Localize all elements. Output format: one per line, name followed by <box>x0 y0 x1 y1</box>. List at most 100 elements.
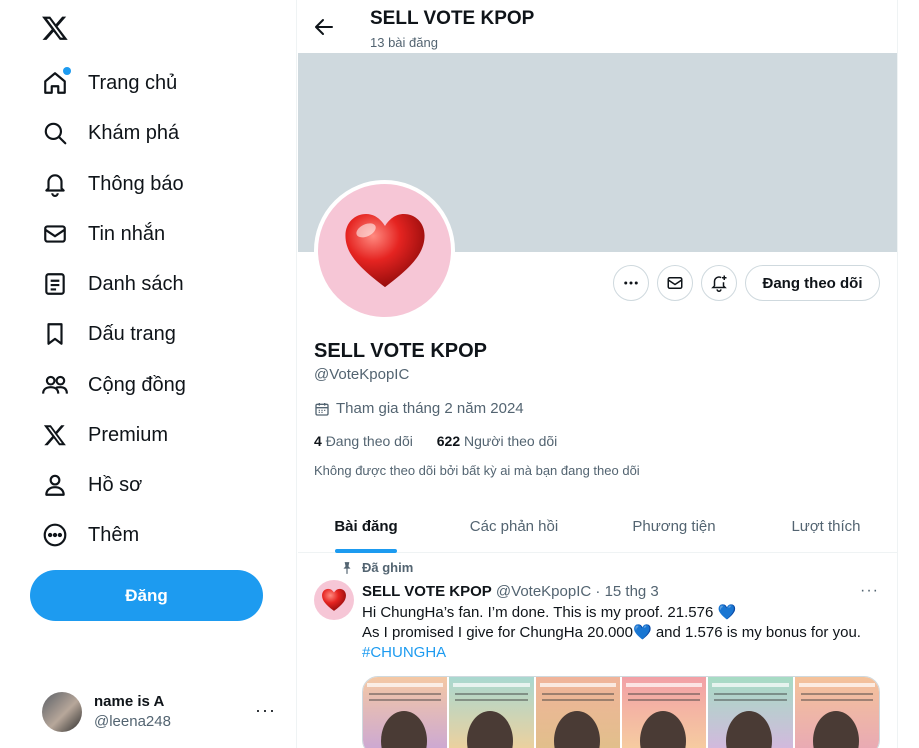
profile-avatar[interactable] <box>314 180 455 321</box>
post-button[interactable]: Đăng <box>30 570 263 621</box>
more-icon[interactable]: ··· <box>255 700 276 721</box>
mail-icon <box>667 277 683 289</box>
more-horizontal-icon <box>624 281 638 285</box>
list-icon <box>40 269 70 299</box>
media-text-line <box>455 693 528 695</box>
back-arrow-icon[interactable] <box>312 15 336 39</box>
sidebar-item-label: Tin nhắn <box>88 222 166 245</box>
tab-replies[interactable]: Các phản hồi <box>434 500 594 553</box>
separator: · <box>595 583 601 600</box>
sidebar-item-label: Khám phá <box>88 121 180 144</box>
media-text-line <box>627 699 701 701</box>
media-header-strip <box>712 683 789 687</box>
sidebar-item-explore[interactable]: Khám phá <box>30 110 270 156</box>
tweet-author-name[interactable]: SELL VOTE KPOP <box>362 583 492 600</box>
sidebar-item-home[interactable]: Trang chủ <box>30 60 270 106</box>
tab-posts[interactable]: Bài đăng <box>298 500 434 553</box>
tweet-date[interactable]: 15 thg 3 <box>605 583 659 600</box>
sidebar: Trang chủ Khám phá Thông báo Tin nhắn Da… <box>0 0 297 748</box>
following-link[interactable]: 4 Đang theo dõi <box>314 433 413 449</box>
bookmark-icon <box>40 319 70 349</box>
notify-button[interactable] <box>701 265 737 301</box>
heart-icon <box>344 213 425 287</box>
calendar-icon <box>315 402 329 416</box>
media-header-strip <box>453 683 530 687</box>
media-text-line <box>541 699 614 701</box>
message-button[interactable] <box>657 265 693 301</box>
media-text-line <box>714 699 787 701</box>
follow-stats: 4 Đang theo dõi 622 Người theo dõi <box>314 433 557 449</box>
x-premium-icon <box>40 420 70 450</box>
bell-plus-icon <box>711 275 727 292</box>
media-header-strip <box>539 683 616 687</box>
media-image[interactable] <box>363 677 448 748</box>
home-icon <box>40 67 71 98</box>
tweet-text: Hi ChungHa’s fan. I’m done. This is my p… <box>362 603 882 663</box>
media-image[interactable] <box>792 677 879 748</box>
sidebar-item-label: Danh sách <box>88 272 184 295</box>
media-image[interactable] <box>706 677 793 748</box>
followed-by-note: Không được theo dõi bởi bất kỳ ai mà bạn… <box>314 463 640 478</box>
profile-icon <box>40 470 70 500</box>
sidebar-item-messages[interactable]: Tin nhắn <box>30 211 270 257</box>
sidebar-item-label: Trang chủ <box>88 71 178 94</box>
media-text-line <box>369 693 442 695</box>
sidebar-item-lists[interactable]: Danh sách <box>30 261 270 307</box>
join-date: Tham gia tháng 2 năm 2024 <box>314 400 524 417</box>
tab-likes[interactable]: Lượt thích <box>754 500 897 553</box>
tweet-line: As I promised I give for ChungHa 20.000💙… <box>362 624 861 641</box>
sidebar-item-premium[interactable]: Premium <box>30 412 270 458</box>
sidebar-item-label: Hồ sơ <box>88 473 143 496</box>
media-portrait <box>726 711 773 748</box>
sidebar-item-label: Cộng đồng <box>88 373 186 396</box>
sidebar-item-notifications[interactable]: Thông báo <box>30 161 270 207</box>
community-icon <box>40 370 70 400</box>
media-portrait <box>812 711 859 748</box>
sidebar-item-bookmarks[interactable]: Dấu trang <box>30 311 270 357</box>
x-logo-icon[interactable] <box>40 14 70 42</box>
media-image[interactable] <box>447 677 534 748</box>
hashtag-link[interactable]: #CHUNGHA <box>362 643 882 663</box>
active-tab-indicator <box>335 549 397 553</box>
account-name: name is A <box>94 693 165 710</box>
media-image[interactable] <box>533 677 620 748</box>
media-header-strip <box>367 683 444 687</box>
media-text-line <box>369 699 442 701</box>
followers-link[interactable]: 622 Người theo dõi <box>437 433 558 449</box>
media-portrait <box>467 711 514 748</box>
account-switcher[interactable]: name is A @leena248 ··· <box>30 682 288 742</box>
sidebar-item-label: Thêm <box>88 523 140 546</box>
following-button[interactable]: Đang theo dõi <box>745 265 880 301</box>
media-portrait <box>381 711 427 748</box>
sidebar-item-communities[interactable]: Cộng đồng <box>30 362 270 408</box>
notification-dot <box>63 67 71 75</box>
profile-column: SELL VOTE KPOP 13 bài đăng Đang theo dõi… <box>298 0 898 748</box>
media-image[interactable] <box>619 677 707 748</box>
media-header-strip <box>625 683 703 687</box>
tweet-line: Hi ChungHa’s fan. I’m done. This is my p… <box>362 604 737 621</box>
profile-header-bar: SELL VOTE KPOP 13 bài đăng <box>298 0 897 53</box>
tab-media[interactable]: Phương tiện <box>594 500 754 553</box>
tweet-media[interactable] <box>362 676 880 748</box>
more-options-button[interactable] <box>613 265 649 301</box>
pin-icon <box>343 561 351 574</box>
tweet-author-handle[interactable]: @VoteKpopIC <box>496 583 591 600</box>
heart-icon <box>322 588 346 611</box>
sidebar-item-label: Thông báo <box>88 172 184 195</box>
post-count: 13 bài đăng <box>370 35 438 50</box>
sidebar-item-more[interactable]: Thêm <box>30 512 270 558</box>
tweet-avatar[interactable] <box>314 580 354 620</box>
media-portrait <box>553 711 600 748</box>
search-icon <box>40 118 70 148</box>
profile-name: SELL VOTE KPOP <box>314 340 487 362</box>
media-text-line <box>627 693 701 695</box>
join-date-text: Tham gia tháng 2 năm 2024 <box>336 400 524 417</box>
sidebar-item-label: Premium <box>88 423 169 446</box>
media-portrait <box>639 711 686 748</box>
media-text-line <box>800 699 873 701</box>
bell-icon <box>40 169 70 199</box>
profile-handle: @VoteKpopIC <box>314 366 410 383</box>
media-text-line <box>800 693 873 695</box>
tweet-more-icon[interactable]: ··· <box>860 582 879 600</box>
sidebar-item-profile[interactable]: Hồ sơ <box>30 462 270 508</box>
